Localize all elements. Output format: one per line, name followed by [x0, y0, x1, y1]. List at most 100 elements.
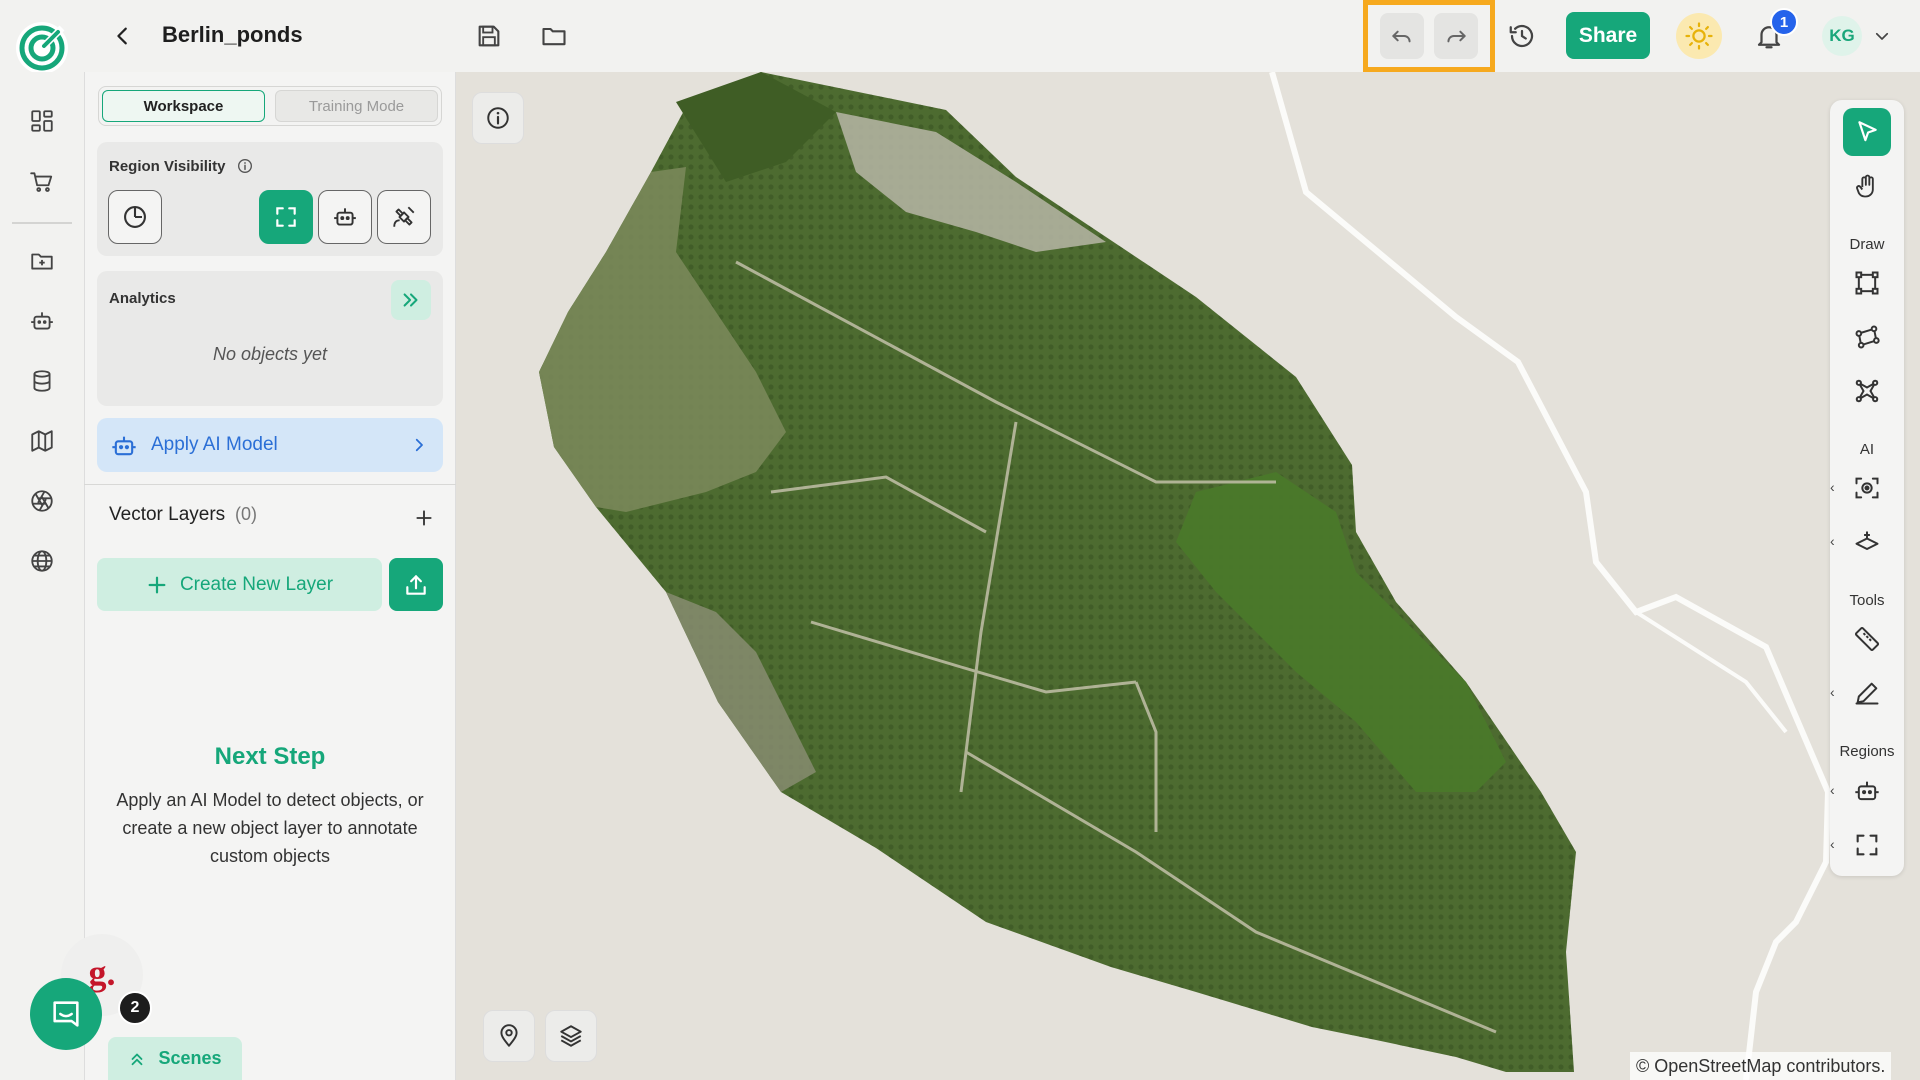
ai-scan-icon	[1855, 477, 1879, 499]
expand-caret-icon[interactable]: ‹	[1830, 836, 1840, 852]
redo-button[interactable]	[1434, 13, 1478, 59]
add-layer-button[interactable]	[406, 500, 442, 536]
expand-caret-icon[interactable]: ‹	[1830, 533, 1840, 549]
account-menu-button[interactable]	[1870, 24, 1894, 48]
next-step-title: Next Step	[214, 743, 326, 770]
upload-icon	[406, 574, 426, 595]
create-new-layer-button[interactable]: Create New Layer	[97, 558, 382, 611]
undo-button[interactable]	[1380, 13, 1424, 59]
ai-detect-tool[interactable]	[1843, 464, 1891, 512]
expand-caret-icon[interactable]: ‹	[1830, 782, 1840, 798]
double-chevron-up-icon	[132, 1053, 143, 1065]
analytics-empty-text: No objects yet	[212, 344, 328, 364]
region-extent-tool[interactable]	[1843, 821, 1891, 869]
project-title: Berlin_ponds	[162, 22, 303, 47]
tools-section-label: Tools	[1849, 592, 1885, 609]
mode-toggle: Workspace Training Mode	[98, 86, 442, 126]
rail-database-button[interactable]	[22, 361, 62, 401]
select-tool-button[interactable]	[1843, 108, 1891, 156]
drone-orthomosaic	[539, 72, 1832, 1080]
visibility-robot-button[interactable]	[318, 190, 372, 244]
theme-toggle[interactable]	[1676, 13, 1722, 59]
training-mode-tab[interactable]: Training Mode	[275, 90, 438, 122]
ai-robot-icon	[31, 312, 53, 330]
rail-dashboard-button[interactable]	[22, 101, 62, 141]
visibility-expand-button[interactable]	[259, 190, 313, 244]
chevron-down-icon	[1875, 32, 1889, 40]
ai-robot-icon	[108, 430, 140, 462]
robot-icon	[1855, 781, 1879, 801]
ai-layers-icon	[1855, 531, 1879, 550]
history-button[interactable]	[1502, 16, 1542, 56]
history-icon	[1509, 24, 1534, 48]
rectangle-nodes-icon	[1855, 271, 1879, 295]
upload-layer-button[interactable]	[389, 558, 443, 611]
notification-badge: 1	[1770, 8, 1798, 36]
annotate-tool[interactable]	[1843, 669, 1891, 717]
location-pin-icon	[500, 1024, 518, 1047]
draw-polygon-tool[interactable]	[1843, 313, 1891, 361]
ai-segment-tool[interactable]	[1843, 518, 1891, 566]
analytics-title: Analytics	[109, 290, 176, 307]
expand-caret-icon[interactable]: ‹	[1830, 479, 1840, 495]
ruler-icon	[1854, 626, 1880, 652]
chat-icon	[53, 1001, 79, 1027]
double-chevron-right-icon	[403, 293, 418, 307]
visibility-satellite-button[interactable]	[377, 190, 431, 244]
share-button[interactable]: Share	[1566, 12, 1650, 59]
info-icon	[487, 107, 509, 129]
open-folder-button[interactable]	[534, 16, 574, 56]
polygon-icon	[1855, 325, 1880, 349]
draw-freeform-tool[interactable]	[1843, 367, 1891, 415]
vector-layers-title: Vector Layers	[109, 504, 226, 525]
database-icon	[33, 370, 51, 392]
rail-projects-button[interactable]	[22, 241, 62, 281]
redo-icon	[1447, 30, 1466, 43]
draw-rectangle-tool[interactable]	[1843, 259, 1891, 307]
chat-support-button[interactable]	[30, 978, 102, 1050]
avatar[interactable]: KG	[1822, 16, 1862, 56]
app-logo-icon[interactable]	[16, 22, 68, 74]
undo-icon	[1392, 30, 1411, 43]
rail-aperture-button[interactable]	[22, 481, 62, 521]
visibility-clock-button[interactable]	[108, 190, 162, 244]
folder-icon	[542, 27, 566, 46]
osm-road	[1634, 610, 1788, 734]
ai-region-tool[interactable]	[1843, 767, 1891, 815]
rail-cart-button[interactable]	[22, 162, 62, 202]
globe-icon	[31, 550, 53, 572]
map-layers-button[interactable]	[545, 1010, 597, 1062]
clock-icon	[124, 206, 146, 228]
rail-map-button[interactable]	[22, 421, 62, 461]
next-step-description: Apply an AI Model to detect objects, or …	[116, 790, 424, 866]
pan-tool-button[interactable]	[1843, 162, 1891, 210]
ai-section-label: AI	[1859, 441, 1875, 458]
chevron-left-icon	[117, 27, 127, 45]
info-icon[interactable]	[236, 157, 254, 175]
map-info-button[interactable]	[472, 92, 524, 144]
rail-globe-button[interactable]	[22, 541, 62, 581]
chevron-right-icon	[408, 434, 430, 456]
rail-ai-models-button[interactable]	[22, 301, 62, 341]
dashboard-icon	[31, 110, 53, 132]
region-visibility-title: Region Visibility	[109, 158, 226, 175]
back-button[interactable]	[106, 18, 140, 54]
freeform-polygon-icon	[1855, 379, 1879, 403]
rail-divider	[12, 222, 72, 224]
project-folder-icon	[31, 253, 53, 270]
expand-caret-icon[interactable]: ‹	[1830, 684, 1840, 700]
expand-icon	[276, 207, 296, 227]
map-location-button[interactable]	[483, 1010, 535, 1062]
hand-icon	[1856, 174, 1874, 198]
scenes-button[interactable]: Scenes	[108, 1037, 242, 1080]
save-button[interactable]	[469, 16, 509, 56]
pen-icon	[1855, 682, 1879, 705]
map-attribution[interactable]: © OpenStreetMap contributors.	[1630, 1052, 1892, 1080]
map-canvas[interactable]	[456, 72, 1920, 1080]
analytics-expand-button[interactable]	[391, 280, 431, 320]
workspace-mode-tab[interactable]: Workspace	[102, 90, 265, 122]
sun-icon	[1685, 22, 1713, 50]
regions-section-label: Regions	[1839, 743, 1895, 760]
measure-tool[interactable]	[1843, 615, 1891, 663]
cart-icon	[30, 172, 53, 192]
